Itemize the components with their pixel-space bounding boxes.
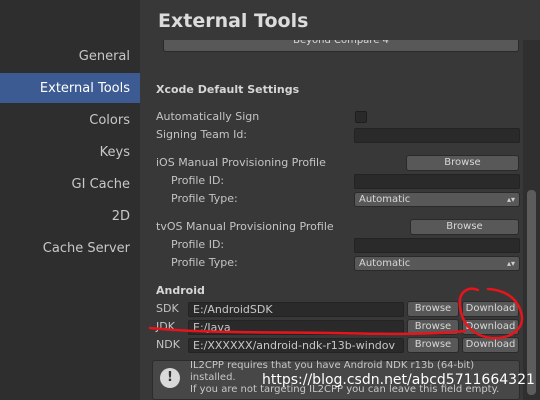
sdk-path-field[interactable]: E:/AndroidSDK — [188, 302, 404, 317]
ios-profile-id-field[interactable] — [354, 174, 520, 189]
dropdown-value: Automatic — [359, 258, 411, 269]
xcode-section-header: Xcode Default Settings — [156, 83, 300, 96]
ndk-path-field[interactable]: E:/XXXXXX/android-ndk-r13b-windov — [188, 338, 404, 353]
ios-browse-button[interactable]: Browse — [406, 155, 519, 171]
sidebar-item-label: GI Cache — [71, 176, 130, 192]
auto-sign-label: Automatically Sign — [156, 110, 260, 123]
tvos-profile-type-label: Profile Type: — [171, 256, 238, 269]
sdk-label: SDK — [156, 302, 179, 315]
tvos-profile-id-label: Profile ID: — [171, 238, 225, 251]
tvos-profile-type-dropdown[interactable]: Automatic ▴▾ — [354, 256, 520, 271]
scrollbar-thumb[interactable] — [527, 190, 536, 395]
sidebar-item-cache-server[interactable]: Cache Server — [0, 233, 140, 263]
sdk-browse-button[interactable]: Browse — [407, 301, 459, 317]
sidebar: General External Tools Colors Keys GI Ca… — [0, 0, 140, 400]
sidebar-item-label: 2D — [111, 208, 130, 224]
sidebar-item-label: General — [78, 48, 130, 64]
jdk-path-field[interactable]: E:/Java — [188, 320, 404, 335]
chevron-updown-icon: ▴▾ — [506, 259, 515, 268]
info-line-2: installed. — [190, 372, 236, 383]
sidebar-item-label: Keys — [99, 144, 130, 160]
sdk-download-button[interactable]: Download — [462, 301, 519, 317]
ios-profile-type-dropdown[interactable]: Automatic ▴▾ — [354, 192, 520, 207]
android-section-header: Android — [156, 284, 205, 297]
auto-sign-checkbox[interactable] — [355, 111, 367, 123]
chevron-updown-icon: ▴▾ — [506, 195, 515, 204]
sidebar-item-external-tools[interactable]: External Tools — [0, 73, 140, 103]
sidebar-item-gi-cache[interactable]: GI Cache — [0, 169, 140, 199]
jdk-label: JDK — [156, 320, 175, 333]
ndk-download-button[interactable]: Download — [462, 337, 519, 353]
signing-team-label: Signing Team Id: — [156, 128, 248, 141]
info-line-1: IL2CPP requires that you have Android ND… — [190, 360, 475, 371]
sidebar-item-label: External Tools — [39, 80, 130, 96]
tvos-browse-button[interactable]: Browse — [410, 219, 519, 235]
page-title: External Tools — [158, 10, 309, 32]
sidebar-item-colors[interactable]: Colors — [0, 105, 140, 135]
watermark-text: https://blog.csdn.net/abcd5711664321 — [262, 372, 535, 388]
info-circle-icon: ! — [160, 368, 180, 388]
jdk-browse-button[interactable]: Browse — [407, 319, 459, 335]
ndk-label: NDK — [156, 338, 180, 351]
ios-profile-label: iOS Manual Provisioning Profile — [156, 156, 326, 169]
sidebar-item-2d[interactable]: 2D — [0, 201, 140, 231]
dropdown-value: Automatic — [359, 194, 411, 205]
tvos-profile-id-field[interactable] — [354, 238, 520, 253]
tvos-profile-label: tvOS Manual Provisioning Profile — [156, 220, 334, 233]
sidebar-item-general[interactable]: General — [0, 41, 140, 71]
ndk-browse-button[interactable]: Browse — [407, 337, 459, 353]
signing-team-field[interactable] — [354, 128, 520, 143]
jdk-download-button[interactable]: Download — [462, 319, 519, 335]
sidebar-item-label: Colors — [89, 112, 130, 128]
sidebar-item-keys[interactable]: Keys — [0, 137, 140, 167]
ios-profile-type-label: Profile Type: — [171, 192, 238, 205]
ios-profile-id-label: Profile ID: — [171, 174, 225, 187]
sidebar-item-label: Cache Server — [42, 240, 130, 256]
diff-tool-button[interactable]: Beyond Compare 4 — [163, 40, 519, 52]
